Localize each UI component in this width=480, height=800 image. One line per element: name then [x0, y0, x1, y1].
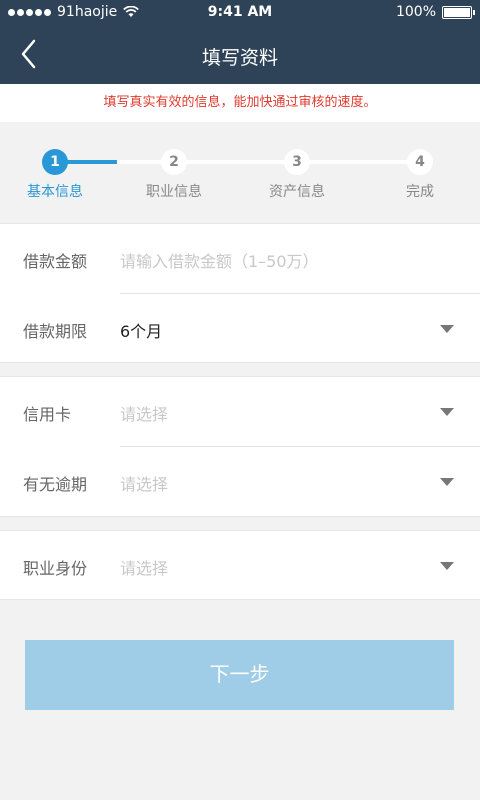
occupation-label: 职业身份 — [23, 559, 88, 578]
loan-term-select[interactable]: 6个月 — [120, 318, 162, 342]
step-label: 资产信息 — [269, 184, 325, 200]
dropdown-arrow-icon — [440, 408, 454, 416]
credit-card-row[interactable]: 信用卡 请选择 — [0, 377, 480, 447]
credit-card-label: 信用卡 — [23, 405, 72, 424]
page-title: 填写资料 — [201, 47, 278, 69]
occupation-row[interactable]: 职业身份 请选择 — [0, 531, 480, 599]
overdue-select[interactable]: 请选择 — [120, 471, 168, 495]
loan-term-label: 借款期限 — [23, 322, 88, 341]
step-number: 1 — [42, 149, 68, 175]
status-right: 100% — [395, 4, 475, 20]
dropdown-arrow-icon — [440, 325, 454, 333]
step-complete: 4 完成 — [375, 149, 465, 201]
step-progress: 1 基本信息 2 职业信息 3 资产信息 4 完成 — [0, 122, 480, 222]
credit-card-select[interactable]: 请选择 — [120, 401, 168, 425]
loan-amount-input[interactable]: 请输入借款金额（1–50万） — [120, 248, 319, 272]
battery-percent: 100% — [395, 4, 436, 20]
step-number: 2 — [161, 149, 187, 175]
status-bar: 91haojie 9:41 AM 100% — [0, 0, 480, 26]
occupation-select[interactable]: 请选择 — [120, 555, 168, 579]
step-number: 4 — [407, 149, 433, 175]
credit-group: 信用卡 请选择 有无逾期 请选择 — [0, 376, 480, 517]
loan-term-row[interactable]: 借款期限 6个月 — [0, 294, 480, 364]
dropdown-arrow-icon — [440, 478, 454, 486]
loan-amount-row[interactable]: 借款金额 请输入借款金额（1–50万） — [0, 224, 480, 294]
next-step-button[interactable]: 下一步 — [25, 640, 454, 710]
step-label: 完成 — [406, 184, 434, 200]
notice-banner: 填写真实有效的信息，能加快通过审核的速度。 — [0, 84, 480, 122]
loan-amount-label: 借款金额 — [23, 252, 88, 271]
overdue-row[interactable]: 有无逾期 请选择 — [0, 447, 480, 517]
step-job-info: 2 职业信息 — [129, 149, 219, 201]
loan-group: 借款金额 请输入借款金额（1–50万） 借款期限 6个月 — [0, 223, 480, 363]
battery-icon — [442, 5, 475, 19]
step-label: 基本信息 — [27, 184, 83, 200]
overdue-label: 有无逾期 — [23, 475, 88, 494]
step-number: 3 — [284, 149, 310, 175]
step-label: 职业信息 — [146, 184, 202, 200]
step-asset-info: 3 资产信息 — [252, 149, 342, 201]
dropdown-arrow-icon — [440, 562, 454, 570]
step-basic-info: 1 基本信息 — [10, 149, 100, 201]
occupation-group: 职业身份 请选择 — [0, 530, 480, 600]
nav-bar: 填写资料 — [0, 26, 480, 84]
